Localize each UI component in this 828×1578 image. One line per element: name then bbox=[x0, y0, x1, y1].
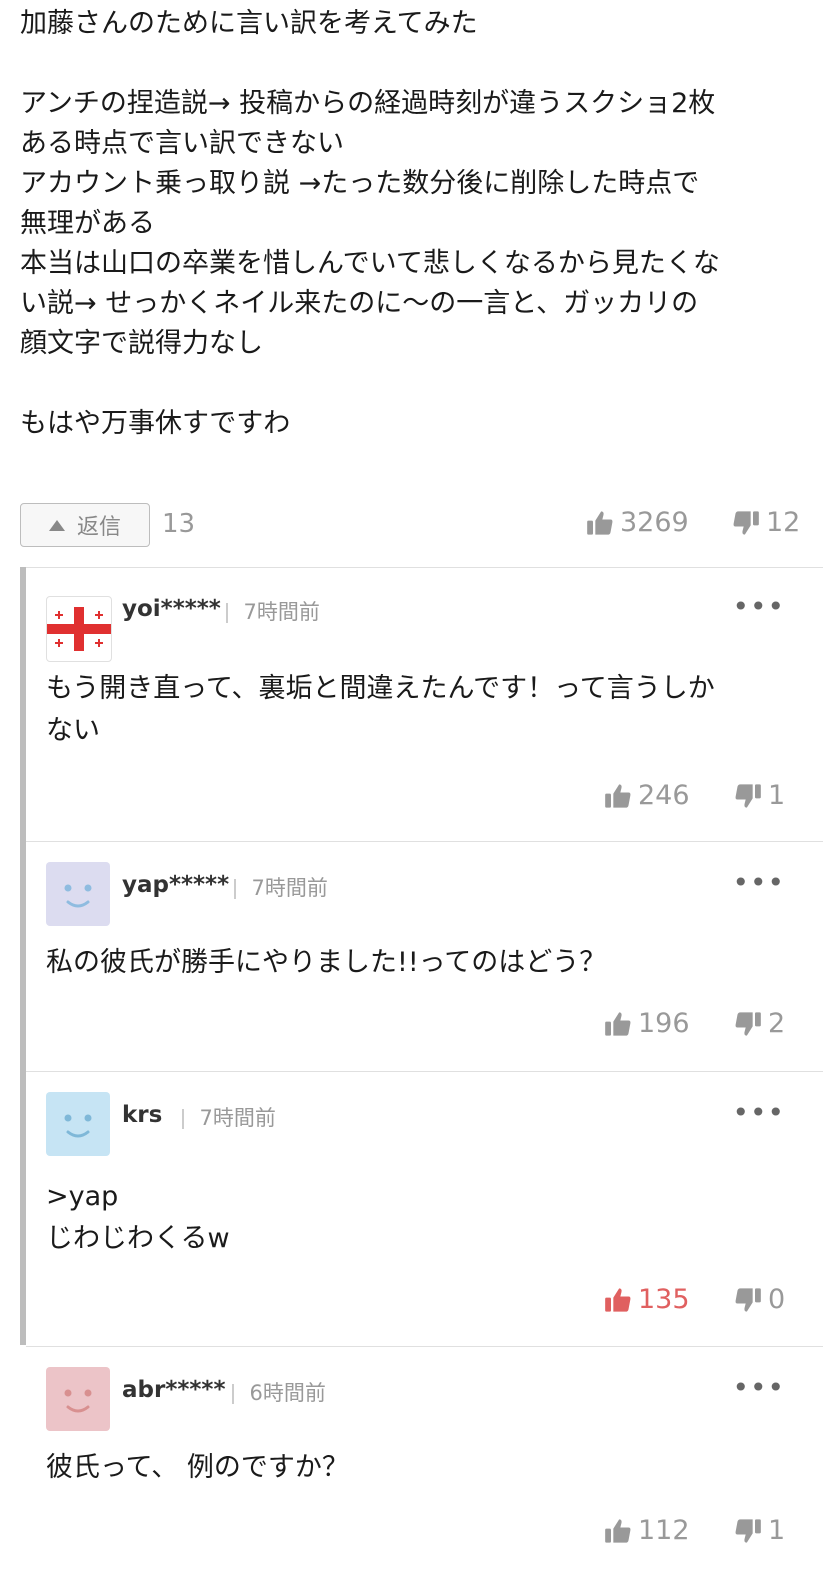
post-line: アカウント乗っ取り説 →たった数分後に削除した時点で bbox=[20, 168, 700, 199]
dislike-button[interactable]: 12 bbox=[732, 507, 800, 538]
like-button[interactable]: 135 bbox=[604, 1284, 690, 1315]
more-icon[interactable]: ••• bbox=[732, 866, 785, 899]
dislike-count: 1 bbox=[768, 780, 786, 811]
avatar bbox=[46, 1367, 110, 1431]
post-line: 無理がある bbox=[20, 208, 155, 239]
timestamp: 7時間前 bbox=[234, 872, 328, 902]
post-action-bar: 返信 13 3269 12 bbox=[20, 503, 810, 551]
dislike-button[interactable]: 2 bbox=[734, 1008, 785, 1039]
avatar bbox=[46, 1092, 110, 1156]
reply-button-label: 返信 bbox=[76, 515, 121, 540]
dislike-button[interactable]: 1 bbox=[734, 1515, 785, 1546]
reply-body: 私の彼氏が勝手にやりました!!ってのはどう？ bbox=[46, 942, 786, 984]
post-line: アンチの捏造説→ 投稿からの経過時刻が違うスクショ2枚 bbox=[20, 88, 716, 119]
post-line: ある時点で言い訳できない bbox=[20, 128, 344, 159]
like-button[interactable]: 246 bbox=[604, 780, 690, 811]
post-body: 加藤さんのために言い訳を考えてみた アンチの捏造説→ 投稿からの経過時刻が違うス… bbox=[20, 4, 810, 444]
reply-line: 彼氏って、 例のですか？ bbox=[46, 1452, 349, 1483]
thumbs-up-icon bbox=[605, 783, 631, 808]
post-line: い説→ せっかくネイル来たのに〜の一言と、ガッカリの bbox=[20, 288, 699, 319]
reply-line: 私の彼氏が勝手にやりました!!ってのはどう？ bbox=[46, 947, 607, 978]
more-icon[interactable]: ••• bbox=[732, 590, 785, 623]
thumbs-up-icon bbox=[587, 510, 613, 535]
dislike-button[interactable]: 0 bbox=[734, 1284, 785, 1315]
reply-body: >yap じわじわくるw bbox=[46, 1176, 786, 1260]
more-icon[interactable]: ••• bbox=[732, 1371, 785, 1404]
thumbs-up-icon bbox=[605, 1011, 631, 1036]
reply-line: じわじわくるw bbox=[46, 1223, 230, 1254]
username[interactable]: yoi***** bbox=[122, 596, 221, 622]
thumbs-down-icon bbox=[733, 510, 759, 535]
reply-line: >yap bbox=[46, 1181, 119, 1212]
reply-item: yoi***** 7時間前 ••• もう開き直って、裏垢と間違えたんです！って言… bbox=[26, 567, 823, 841]
thumbs-down-icon bbox=[735, 1287, 761, 1312]
post-line bbox=[20, 364, 810, 404]
like-count: 246 bbox=[638, 780, 690, 811]
avatar-face-icon bbox=[64, 1389, 92, 1413]
like-count: 3269 bbox=[620, 507, 689, 538]
username[interactable]: yap***** bbox=[122, 872, 229, 898]
like-count: 135 bbox=[638, 1284, 690, 1315]
timestamp: 7時間前 bbox=[182, 1102, 276, 1132]
thumbs-up-icon bbox=[605, 1287, 631, 1312]
dislike-button[interactable]: 1 bbox=[734, 780, 785, 811]
reply-count: 13 bbox=[162, 509, 196, 539]
flag-icon bbox=[47, 607, 111, 651]
thumbs-down-icon bbox=[735, 1518, 761, 1543]
reply-button[interactable]: 返信 bbox=[20, 503, 150, 547]
reply-item: abr***** 6時間前 ••• 彼氏って、 例のですか？ 112 1 bbox=[26, 1346, 823, 1578]
post-line: 顔文字で説得力なし bbox=[20, 328, 263, 359]
reply-item: krs 7時間前 ••• >yap じわじわくるw 135 0 bbox=[26, 1071, 823, 1346]
reply-item: yap***** 7時間前 ••• 私の彼氏が勝手にやりました!!ってのはどう？… bbox=[26, 841, 823, 1071]
dislike-count: 1 bbox=[768, 1515, 786, 1546]
post-line bbox=[20, 44, 810, 84]
dislike-count: 2 bbox=[768, 1008, 786, 1039]
dislike-count: 0 bbox=[768, 1284, 786, 1315]
like-button[interactable]: 196 bbox=[604, 1008, 690, 1039]
reply-line: ない bbox=[46, 715, 100, 746]
avatar bbox=[46, 862, 110, 926]
avatar-face-icon bbox=[64, 884, 92, 908]
timestamp: 6時間前 bbox=[232, 1377, 326, 1407]
username[interactable]: krs bbox=[122, 1102, 162, 1128]
post-line: 加藤さんのために言い訳を考えてみた bbox=[20, 8, 478, 39]
reply-line: もう開き直って、裏垢と間違えたんです！って言うしか bbox=[46, 673, 715, 704]
avatar bbox=[46, 596, 112, 662]
timestamp: 7時間前 bbox=[226, 596, 320, 626]
like-button[interactable]: 112 bbox=[604, 1515, 690, 1546]
like-count: 196 bbox=[638, 1008, 690, 1039]
triangle-up-icon bbox=[48, 519, 65, 531]
post-line: 本当は山口の卒業を惜しんでいて悲しくなるから見たくな bbox=[20, 248, 720, 279]
username[interactable]: abr***** bbox=[122, 1377, 225, 1403]
avatar-face-icon bbox=[64, 1114, 92, 1138]
reply-body: もう開き直って、裏垢と間違えたんです！って言うしか ない bbox=[46, 668, 786, 752]
like-count: 112 bbox=[638, 1515, 690, 1546]
thumbs-down-icon bbox=[735, 783, 761, 808]
post-line: もはや万事休すですわ bbox=[20, 408, 291, 439]
thumbs-up-icon bbox=[605, 1518, 631, 1543]
reply-body: 彼氏って、 例のですか？ bbox=[46, 1447, 786, 1489]
dislike-count: 12 bbox=[766, 507, 801, 538]
more-icon[interactable]: ••• bbox=[732, 1096, 785, 1129]
thumbs-down-icon bbox=[735, 1011, 761, 1036]
like-button[interactable]: 3269 bbox=[586, 507, 689, 538]
